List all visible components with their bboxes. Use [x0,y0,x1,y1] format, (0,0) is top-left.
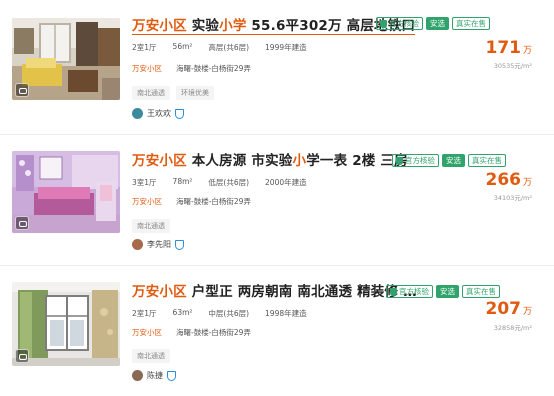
listing-card[interactable]: 万安小区 实验小学 55.6平302万 高层地铁口 官方核验 安选 真实在售 2… [0,0,554,130]
listing-title[interactable]: 万安小区 本人房源 市实验小学一表 2楼 三房 [132,149,408,169]
listing-title[interactable]: 万安小区 户型正 两房朝南 南北通透 精装修 … [132,280,417,300]
real-listing-badge: 真实在售 [452,17,490,30]
listing-specs: 2室1厅 56m² 高层(共6层) 1999年建造 [132,42,323,53]
listing-title[interactable]: 万安小区 实验小学 55.6平302万 高层地铁口 [132,14,416,35]
feature-tags: 南北通透 [132,219,170,233]
feature-tag: 南北通透 [132,219,170,233]
listing-photo[interactable] [12,18,120,100]
official-verified-badge: 官方核验 [376,17,423,30]
verified-agent-icon [175,239,184,250]
verified-agent-icon [175,108,184,119]
agent-avatar [132,239,143,250]
floor-area: 78m² [172,177,193,186]
community-link[interactable]: 万安小区 [132,327,162,338]
vr-view-icon[interactable] [15,83,29,97]
listing-card[interactable]: 万安小区 户型正 两房朝南 南北通透 精装修 … 官方核验 安选 真实在售 2室… [0,268,554,396]
safe-choice-badge: 安选 [442,154,465,167]
agent-name: 王欢欢 [147,109,171,118]
vr-view-icon[interactable] [15,349,29,363]
district-address: 海曙-鼓楼-白杨街29弄 [176,64,251,73]
agent-name: 陈捷 [147,371,163,380]
agent-avatar [132,370,143,381]
agent-avatar [132,108,143,119]
total-price: 171 万 [485,38,532,58]
official-verified-badge: 官方核验 [392,154,439,167]
agent-info[interactable]: 王欢欢 [132,108,184,119]
listing-specs: 2室1厅 63m² 中层(共6层) 1998年建造 [132,308,323,319]
shield-icon [396,156,403,165]
verification-badges: 官方核验 安选 真实在售 [386,285,500,298]
district-address: 海曙-鼓楼-白杨街29弄 [176,197,251,206]
room-layout: 2室1厅 [132,43,157,52]
shield-icon [390,287,397,296]
feature-tags: 南北通透 [132,349,170,363]
listing-photo[interactable] [12,282,120,366]
verification-badges: 官方核验 安选 真实在售 [392,154,506,167]
unit-price: 30535元/m² [493,62,532,70]
feature-tags: 南北通透 环境优美 [132,86,214,100]
agent-info[interactable]: 陈捷 [132,370,176,381]
listing-location: 万安小区 海曙-鼓楼-白杨街29弄 [132,327,251,338]
listing-card[interactable]: 万安小区 本人房源 市实验小学一表 2楼 三房 官方核验 安选 真实在售 3室1… [0,137,554,267]
room-layout: 2室1厅 [132,309,157,318]
feature-tag: 环境优美 [176,86,214,100]
agent-name: 李先阳 [147,240,171,249]
verification-badges: 官方核验 安选 真实在售 [376,17,490,30]
real-listing-badge: 真实在售 [468,154,506,167]
divider [0,134,554,135]
listing-specs: 3室1厅 78m² 低层(共6层) 2000年建造 [132,177,323,188]
verified-agent-icon [167,370,176,381]
agent-info[interactable]: 李先阳 [132,239,184,250]
safe-choice-badge: 安选 [436,285,459,298]
total-price: 266 万 [485,170,532,190]
vr-view-icon[interactable] [15,216,29,230]
official-verified-badge: 官方核验 [386,285,433,298]
feature-tag: 南北通透 [132,86,170,100]
floor-area: 63m² [172,308,193,317]
floor-level: 低层(共6层) [208,178,250,187]
district-address: 海曙-鼓楼-白杨街29弄 [176,328,251,337]
real-listing-badge: 真实在售 [462,285,500,298]
build-year: 1999年建造 [265,43,307,52]
listing-photo[interactable] [12,151,120,233]
unit-price: 34103元/m² [493,194,532,202]
floor-level: 高层(共6层) [208,43,250,52]
feature-tag: 南北通透 [132,349,170,363]
build-year: 2000年建造 [265,178,307,187]
build-year: 1998年建造 [265,309,307,318]
room-layout: 3室1厅 [132,178,157,187]
shield-icon [380,19,387,28]
total-price: 207 万 [485,299,532,319]
community-link[interactable]: 万安小区 [132,196,162,207]
floor-area: 56m² [172,42,193,51]
community-link[interactable]: 万安小区 [132,63,162,74]
listing-location: 万安小区 海曙-鼓楼-白杨街29弄 [132,196,251,207]
unit-price: 32858元/m² [493,324,532,332]
floor-level: 中层(共6层) [208,309,250,318]
divider [0,265,554,266]
safe-choice-badge: 安选 [426,17,449,30]
listing-location: 万安小区 海曙-鼓楼-白杨街29弄 [132,63,251,74]
